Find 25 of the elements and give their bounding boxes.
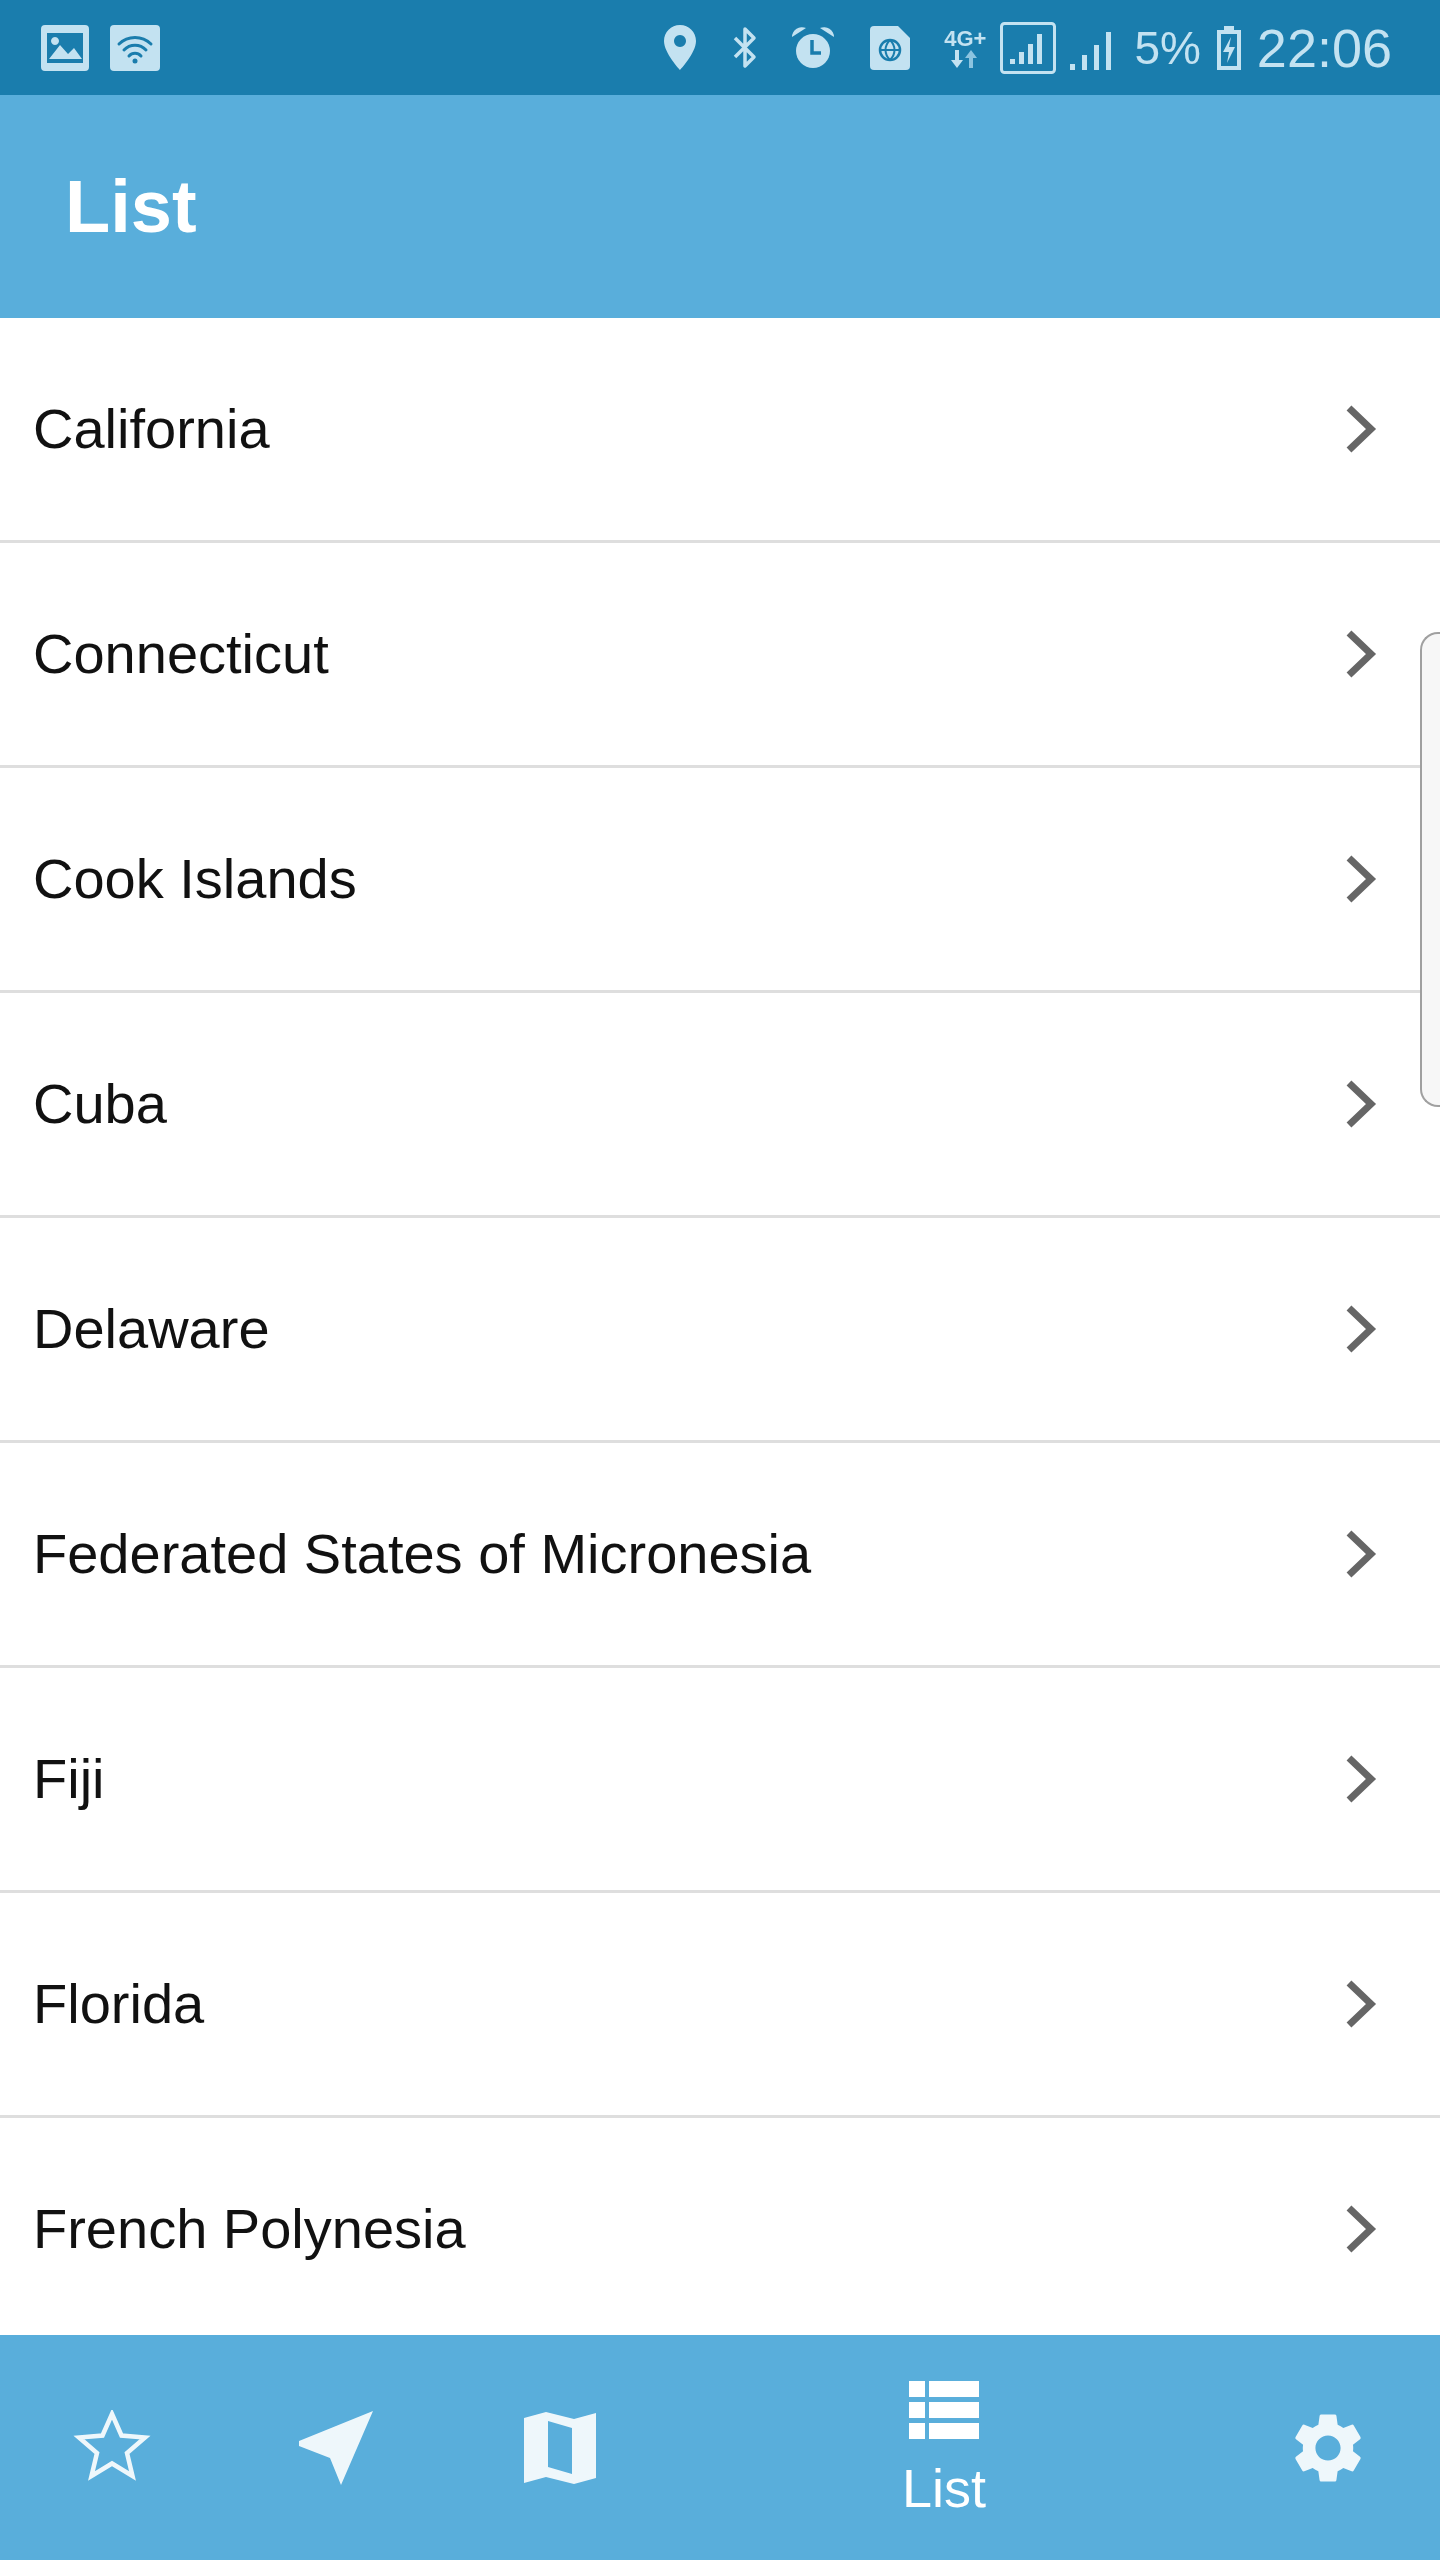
chevron-right-icon <box>1344 1529 1378 1579</box>
battery-icon <box>1214 25 1243 70</box>
image-icon <box>41 24 89 71</box>
sim-globe-icon <box>870 25 911 70</box>
edge-panel-handle[interactable] <box>1420 632 1440 1107</box>
chevron-right-icon <box>1344 629 1378 679</box>
signal-icon <box>1000 21 1057 74</box>
chevron-right-icon <box>1344 1079 1378 1129</box>
clock-time: 22:06 <box>1256 20 1392 75</box>
network-type: 4G+ <box>944 27 987 50</box>
wifi-icon <box>110 24 160 71</box>
chevron-right-icon <box>1344 2204 1378 2254</box>
chevron-right-icon <box>1344 404 1378 454</box>
navigation-arrow-icon <box>299 2410 373 2485</box>
map-icon <box>524 2411 596 2484</box>
chevron-right-icon <box>1344 1754 1378 1804</box>
alarm-clock-icon <box>790 24 837 71</box>
bluetooth-icon <box>732 24 759 71</box>
list-icon <box>909 2380 979 2439</box>
battery-percent: 5% <box>1134 24 1201 71</box>
chevron-right-icon <box>1344 1979 1378 2029</box>
location-pin-icon <box>664 25 697 70</box>
page-title: List <box>65 169 197 244</box>
chevron-right-icon <box>1344 854 1378 904</box>
chevron-right-icon <box>1344 1304 1378 1354</box>
